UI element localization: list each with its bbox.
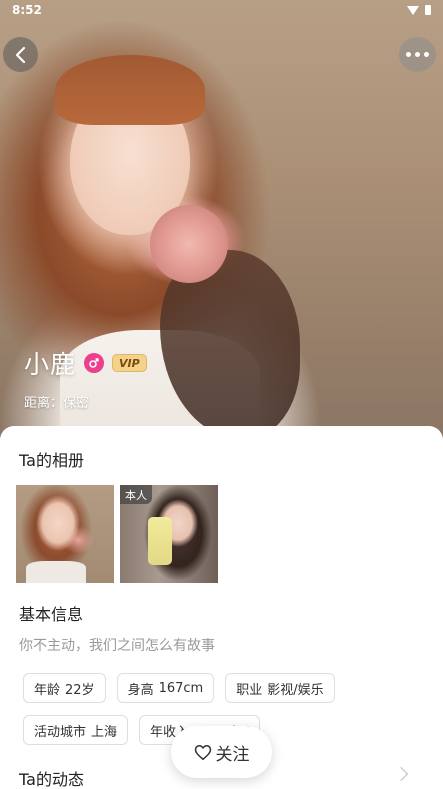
tag-value: 上海: [91, 724, 118, 740]
moments-section-title[interactable]: Ta的动态: [19, 766, 84, 789]
tag-label: 身高: [127, 682, 154, 698]
battery-icon: [425, 5, 431, 15]
tag-label: 活动城市: [34, 724, 87, 740]
basic-info-section-title: 基本信息: [19, 601, 83, 625]
photo-phone-shape: [148, 517, 172, 565]
basic-info-title-first: 基本信息: [19, 605, 84, 624]
more-dot-icon: [415, 52, 420, 57]
info-tag: 年龄 22岁: [23, 673, 106, 703]
wifi-icon: [407, 5, 419, 15]
tag-label: 年龄: [34, 682, 61, 698]
heart-icon: [194, 744, 211, 760]
more-dot-icon: [406, 52, 411, 57]
album-title-rest: 的相册: [35, 451, 84, 470]
distance-label: 距离：保密: [24, 396, 90, 411]
moments-title-rest: 的动态: [35, 770, 84, 789]
album-section-title: Ta的相册: [19, 447, 84, 471]
album-photo[interactable]: [16, 485, 114, 583]
info-tag: 身高 167cm: [116, 673, 215, 703]
profile-intro-text: 你不主动，我们之间怎么有故事: [19, 638, 215, 654]
more-options-button[interactable]: [399, 37, 436, 72]
tag-value: 167cm: [158, 680, 204, 696]
photo-album: 本人: [16, 485, 218, 583]
more-dot-icon: [424, 52, 429, 57]
female-gender-icon: [84, 353, 105, 373]
self-verified-tag: 本人: [120, 485, 152, 504]
follow-label: 关注: [215, 744, 250, 765]
tag-value: 影视/娱乐: [267, 682, 324, 698]
profile-name-row: 小鹿 VIP: [24, 345, 147, 381]
follow-button[interactable]: 关注: [171, 726, 272, 778]
profile-name: 小鹿: [24, 350, 77, 379]
photo-rose-shape: [150, 205, 228, 283]
album-photo[interactable]: 本人: [120, 485, 218, 583]
vip-badge: VIP: [112, 354, 147, 372]
status-bar: 8:52: [0, 0, 443, 20]
tag-label: 职业: [236, 682, 263, 698]
back-button[interactable]: [3, 37, 38, 72]
info-tag: 活动城市 上海: [23, 715, 129, 745]
album-title-prefix: Ta: [19, 451, 36, 470]
info-tag: 职业 影视/娱乐: [225, 673, 335, 703]
moments-title-prefix: Ta: [19, 770, 36, 789]
photo-bangs-shape: [55, 55, 205, 125]
chevron-left-icon: [15, 46, 25, 63]
status-time: 8:52: [12, 3, 42, 17]
status-icons: [407, 5, 431, 15]
tag-value: 22岁: [65, 682, 95, 698]
